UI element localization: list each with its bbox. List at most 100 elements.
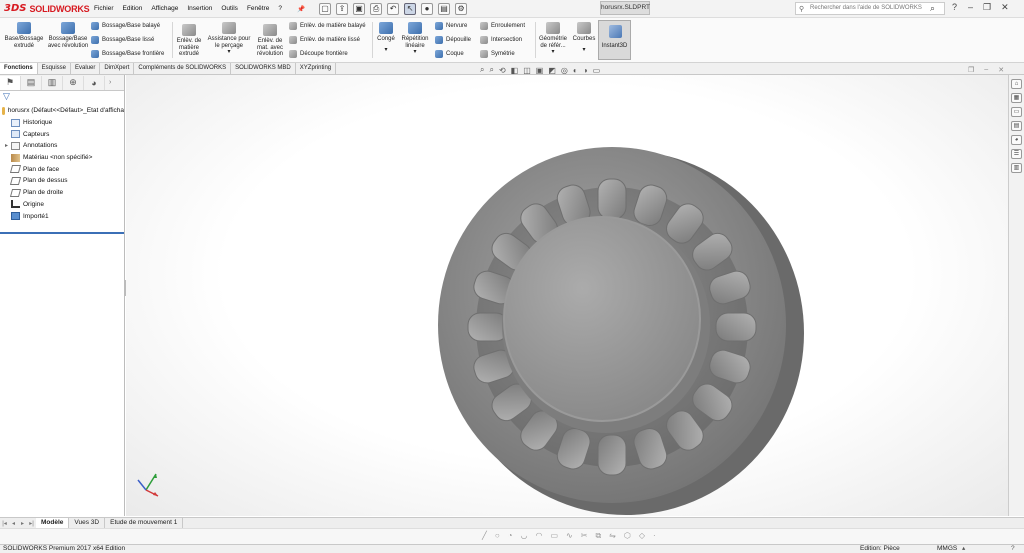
restore-icon[interactable]: ❐ [983,2,991,13]
lofted-cut-button[interactable]: Enlèv. de matière lissé [289,36,360,44]
menu-help[interactable]: ? [278,5,282,12]
offset-tool-icon[interactable]: ⧉ [595,531,601,541]
mirror-button[interactable]: Symétrie [480,50,515,58]
zoom-to-area-icon[interactable]: ⌕ [489,65,493,75]
tree-item-material[interactable]: Matériau <non spécifié> [0,152,124,164]
tree-filter-icon[interactable]: ▽ [0,91,124,103]
tree-item-capteurs[interactable]: Capteurs [0,128,124,140]
menu-affichage[interactable]: Affichage [151,5,178,12]
arc-tool-icon[interactable]: ◔ [508,531,513,541]
tab-evaluer[interactable]: Evaluer [71,63,101,74]
last-tab-arrow-icon[interactable]: ▸| [27,520,36,527]
tree-item-historique[interactable]: Historique [0,117,124,129]
rib-button[interactable]: Nervure [435,22,467,30]
tree-item-imported[interactable]: Importé1 [0,210,124,222]
display-manager-icon[interactable]: ◕ [84,75,105,90]
centerpoint-arc-icon[interactable]: ◡ [521,531,528,541]
next-tab-arrow-icon[interactable]: ▸ [18,520,27,527]
curves-dropdown-icon[interactable]: ▾ [571,47,597,54]
file-explorer-icon[interactable]: ▭ [1011,107,1022,117]
tangent-arc-icon[interactable]: ◠ [536,531,543,541]
menu-insertion[interactable]: Insertion [187,5,212,12]
wrap-button[interactable]: Enroulement [480,22,525,30]
menu-outils[interactable]: Outils [221,5,238,12]
minimize-icon[interactable]: – [968,2,973,13]
doc-close-icon[interactable]: ✕ [998,66,1004,74]
instant3d-button[interactable]: Instant3D [598,20,631,60]
unit-system-caret-icon[interactable]: ▴ [962,545,965,553]
tab-xyzprinting[interactable]: XYZprinting [296,63,337,74]
mirror-entities-icon[interactable]: ⇋ [609,531,616,541]
appearances-icon[interactable]: ◕ [1011,135,1022,145]
hole-wizard-button[interactable]: Assistance pour le perçage ▾ [206,22,252,56]
tab-complements[interactable]: Compléments de SOLIDWORKS [134,63,232,74]
section-view-icon[interactable]: ◧ [511,66,519,75]
undo-icon[interactable]: ↶ [387,2,400,15]
pin-menu-icon[interactable]: 📌 [297,5,305,13]
solidworks-logo[interactable]: 3DS SOLIDWORKS [0,0,90,18]
linear-pattern-dropdown-icon[interactable]: ▾ [399,49,431,56]
more-tabs-arrow-icon[interactable]: › [109,79,111,86]
fillet-dropdown-icon[interactable]: ▾ [374,47,398,54]
configuration-manager-icon[interactable]: ▥ [42,75,63,90]
select-pointer-icon[interactable]: ↖ [404,2,417,15]
status-unit-system[interactable]: MMGS [937,545,957,553]
extruded-cut-button[interactable]: Enlèv. de matière extrudé [174,24,204,58]
property-manager-icon[interactable]: ▤ [21,75,42,90]
swept-cut-button[interactable]: Enlèv. de matière balayé [289,22,366,30]
help-search-input[interactable]: ⚲ Rechercher dans l'aide de SOLIDWORKS [795,2,945,15]
hole-wizard-dropdown-icon[interactable]: ▾ [206,49,252,56]
hide-show-items-icon[interactable]: ◎ [561,66,568,75]
curves-button[interactable]: Courbes ▾ [571,22,597,53]
spline-tool-icon[interactable]: ∿ [566,531,573,541]
tree-item-annotations[interactable]: ▸ Annotations [0,140,124,152]
smart-dimension-icon[interactable]: ◇ [639,531,645,541]
solidworks-forum-icon[interactable]: ▥ [1011,163,1022,173]
new-document-icon[interactable]: ▢ [319,2,332,15]
tab-modele[interactable]: Modèle [36,518,70,528]
tree-item-front-plane[interactable]: Plan de face [0,163,124,175]
revolved-cut-button[interactable]: Enlèv. de mat. avec révolution [254,24,286,58]
view-palette-icon[interactable]: ▤ [1011,121,1022,131]
polygon-tool-icon[interactable]: ⬡ [624,531,631,541]
fillet-button[interactable]: Congé ▾ [374,22,398,53]
view-orientation-icon[interactable]: ▣ [536,66,544,75]
prev-tab-arrow-icon[interactable]: ◂ [9,520,18,527]
custom-properties-icon[interactable]: ☰ [1011,149,1022,159]
dimxpert-manager-icon[interactable]: ⊕ [63,75,84,90]
graphics-viewport[interactable] [126,75,1008,516]
design-library-icon[interactable]: ▦ [1011,93,1022,103]
close-icon[interactable]: ✕ [1001,2,1009,13]
search-icon[interactable]: ⌕ [930,3,935,14]
trim-tool-icon[interactable]: ✂ [581,531,588,541]
rollback-bar[interactable] [0,232,124,234]
file-properties-icon[interactable]: ▤ [438,2,451,15]
featuremanager-tree-icon[interactable]: ⚑ [0,75,21,90]
zoom-to-fit-icon[interactable]: ⌕ [480,65,484,75]
edit-appearance-icon[interactable]: ◐ [573,66,578,75]
tab-esquisse[interactable]: Esquisse [38,63,72,74]
open-file-icon[interactable]: ⇪ [336,2,349,15]
view-settings-icon[interactable]: ▭ [593,66,601,75]
solidworks-resources-icon[interactable]: ⌂ [1011,79,1022,89]
tree-item-top-plane[interactable]: Plan de dessus [0,175,124,187]
first-tab-arrow-icon[interactable]: |◂ [0,520,9,527]
loft-boss-button[interactable]: Bossage/Base lissé [91,36,154,44]
draft-button[interactable]: Dépouille [435,36,471,44]
menu-fichier[interactable]: Fichier [94,5,114,12]
tab-vues-3d[interactable]: Vues 3D [69,518,106,528]
print-icon[interactable]: ⎙ [370,2,383,15]
reference-geometry-dropdown-icon[interactable]: ▾ [537,49,569,56]
previous-view-icon[interactable]: ⟲ [499,66,506,75]
swept-boss-button[interactable]: Bossage/Base balayé [91,22,160,30]
tab-motion-study[interactable]: Etude de mouvement 1 [105,518,184,528]
dynamic-annotation-icon[interactable]: ◫ [523,66,531,75]
boundary-cut-button[interactable]: Découpe frontière [289,50,348,58]
line-tool-icon[interactable]: ╱ [482,531,487,541]
doc-restore-icon[interactable]: ❐ [968,66,974,74]
tab-mbd[interactable]: SOLIDWORKS MBD [231,63,296,74]
point-tool-icon[interactable]: · [653,531,656,541]
display-style-icon[interactable]: ◩ [548,66,556,75]
extrude-boss-button[interactable]: Base/Bossage extrudé [3,22,45,49]
boundary-boss-button[interactable]: Bossage/Base frontière [91,50,164,58]
